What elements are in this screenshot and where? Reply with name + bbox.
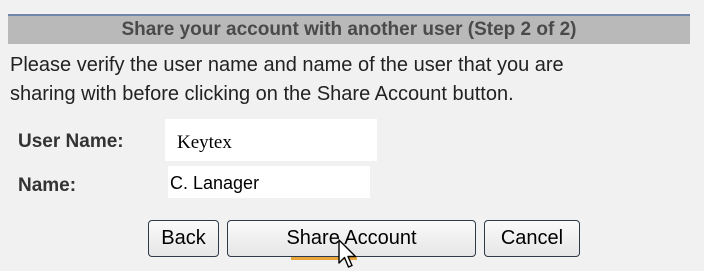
- instructions-text: Please verify the user name and name of …: [10, 51, 700, 109]
- step-header: Share your account with another user (St…: [8, 14, 690, 44]
- instructions-line-1: Please verify the user name and name of …: [10, 54, 564, 76]
- name-label: Name:: [18, 175, 77, 196]
- instructions-line-2: sharing with before clicking on the Shar…: [10, 83, 514, 105]
- user-name-label: User Name:: [18, 131, 124, 152]
- mouse-pointer-icon: [338, 239, 357, 268]
- back-button[interactable]: Back: [148, 220, 219, 257]
- cancel-button[interactable]: Cancel: [484, 220, 580, 257]
- name-value: C. Lanager: [170, 173, 260, 193]
- user-name-value: Keytex: [177, 132, 232, 153]
